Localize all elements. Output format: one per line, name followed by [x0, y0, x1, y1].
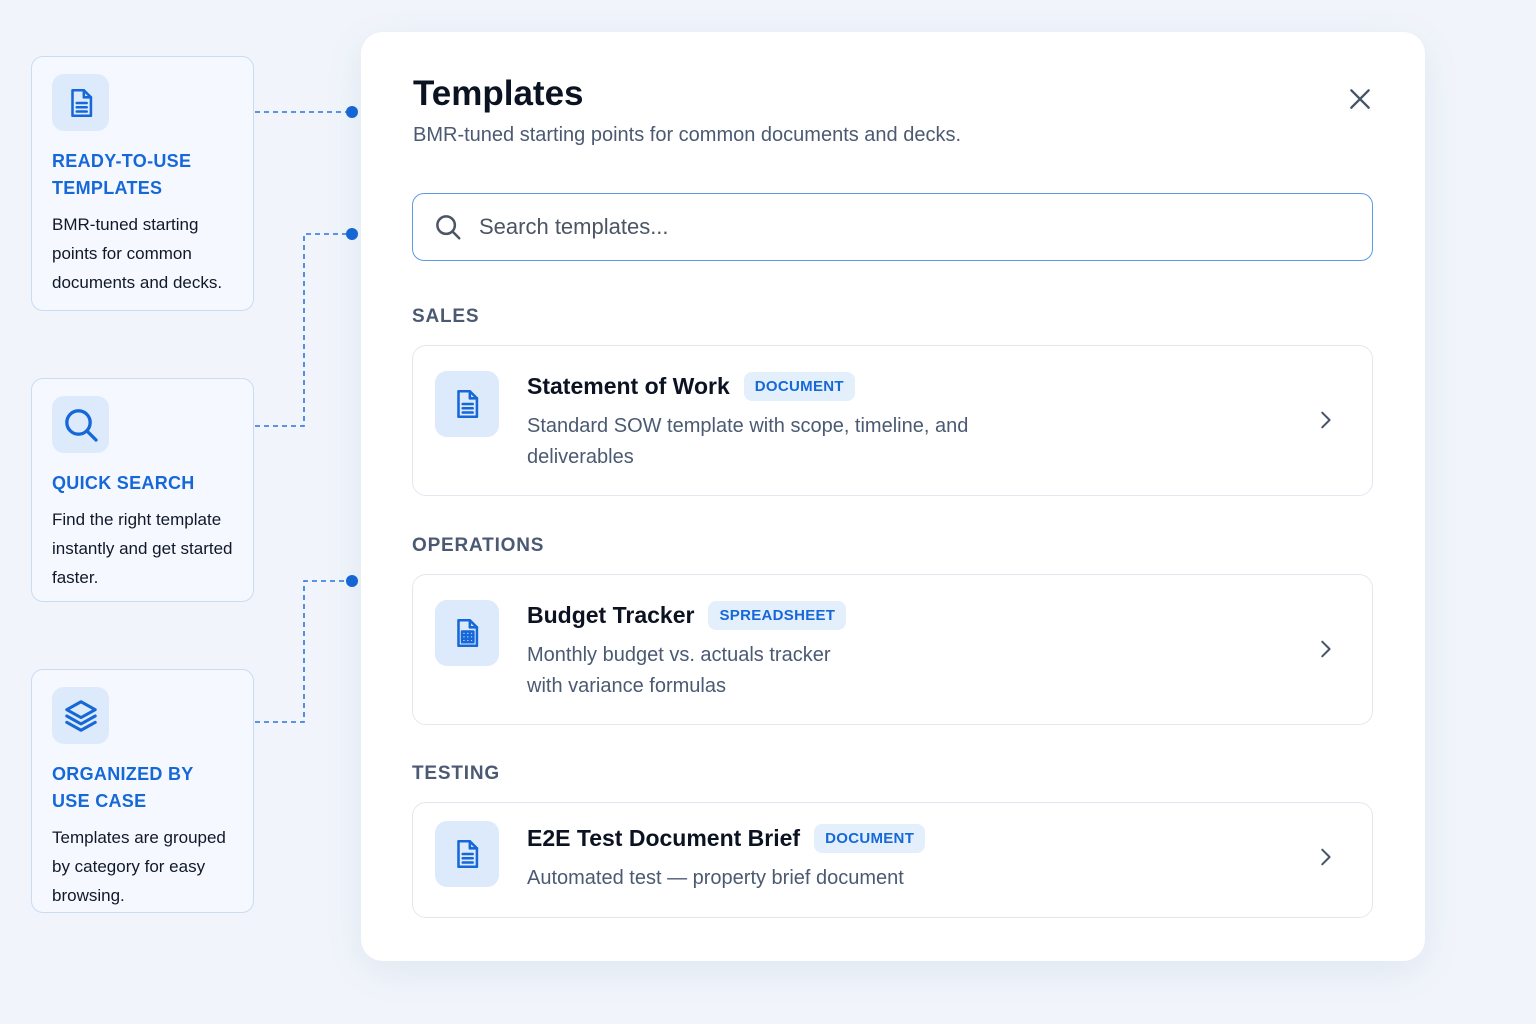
template-card-e2e-test-document-brief[interactable]: E2E Test Document Brief DOCUMENT Automat…: [412, 802, 1373, 918]
close-icon: [1350, 89, 1370, 109]
template-description: Standard SOW template with scope, timeli…: [527, 415, 969, 468]
template-description: Monthly budget vs. actuals tracker with …: [527, 644, 831, 697]
feature-card-templates: READY-TO-USE TEMPLATES BMR-tuned startin…: [31, 56, 254, 311]
feature-description: Templates are grouped by category for ea…: [52, 828, 226, 905]
search-icon: [52, 396, 109, 453]
template-name: E2E Test Document Brief: [527, 825, 801, 851]
feature-card-organized: ORGANIZED BY USE CASE Templates are grou…: [31, 669, 254, 913]
search-input[interactable]: [479, 214, 1339, 240]
template-card-budget-tracker[interactable]: Budget Tracker SPREADSHEET Monthly budge…: [412, 574, 1373, 725]
template-type-badge: DOCUMENT: [814, 824, 926, 853]
section-label-sales: SALES: [412, 306, 480, 327]
layers-icon: [52, 687, 109, 744]
template-description: Automated test — property brief document: [527, 867, 904, 889]
search-icon: [436, 215, 461, 240]
template-type-badge: SPREADSHEET: [708, 601, 847, 630]
feature-description: Find the right template instantly and ge…: [52, 510, 233, 587]
templates-modal: Templates BMR-tuned starting points for …: [361, 32, 1425, 961]
template-card-statement-of-work[interactable]: Statement of Work DOCUMENT Standard SOW …: [412, 345, 1373, 496]
feature-title: ORGANIZED BY USE CASE: [52, 764, 194, 811]
chevron-right-icon: [1311, 406, 1339, 434]
document-icon: [435, 371, 499, 437]
section-label-testing: TESTING: [412, 763, 500, 784]
spreadsheet-icon: [435, 600, 499, 666]
feature-title: READY-TO-USE TEMPLATES: [52, 151, 192, 198]
chevron-right-icon: [1311, 635, 1339, 663]
search-box[interactable]: [412, 193, 1373, 261]
template-type-badge: DOCUMENT: [743, 372, 855, 401]
feature-description: BMR-tuned starting points for common doc…: [52, 215, 223, 292]
section-label-operations: OPERATIONS: [412, 535, 545, 556]
chevron-right-icon: [1311, 843, 1339, 871]
document-icon: [435, 821, 499, 887]
template-name: Statement of Work: [527, 373, 730, 399]
template-name: Budget Tracker: [527, 602, 695, 628]
feature-title: QUICK SEARCH: [52, 473, 195, 493]
document-icon: [52, 74, 109, 131]
modal-subtitle: BMR-tuned starting points for common doc…: [413, 124, 962, 146]
close-button[interactable]: [1341, 80, 1379, 118]
modal-title: Templates: [413, 74, 584, 113]
feature-card-search: QUICK SEARCH Find the right template ins…: [31, 378, 254, 602]
